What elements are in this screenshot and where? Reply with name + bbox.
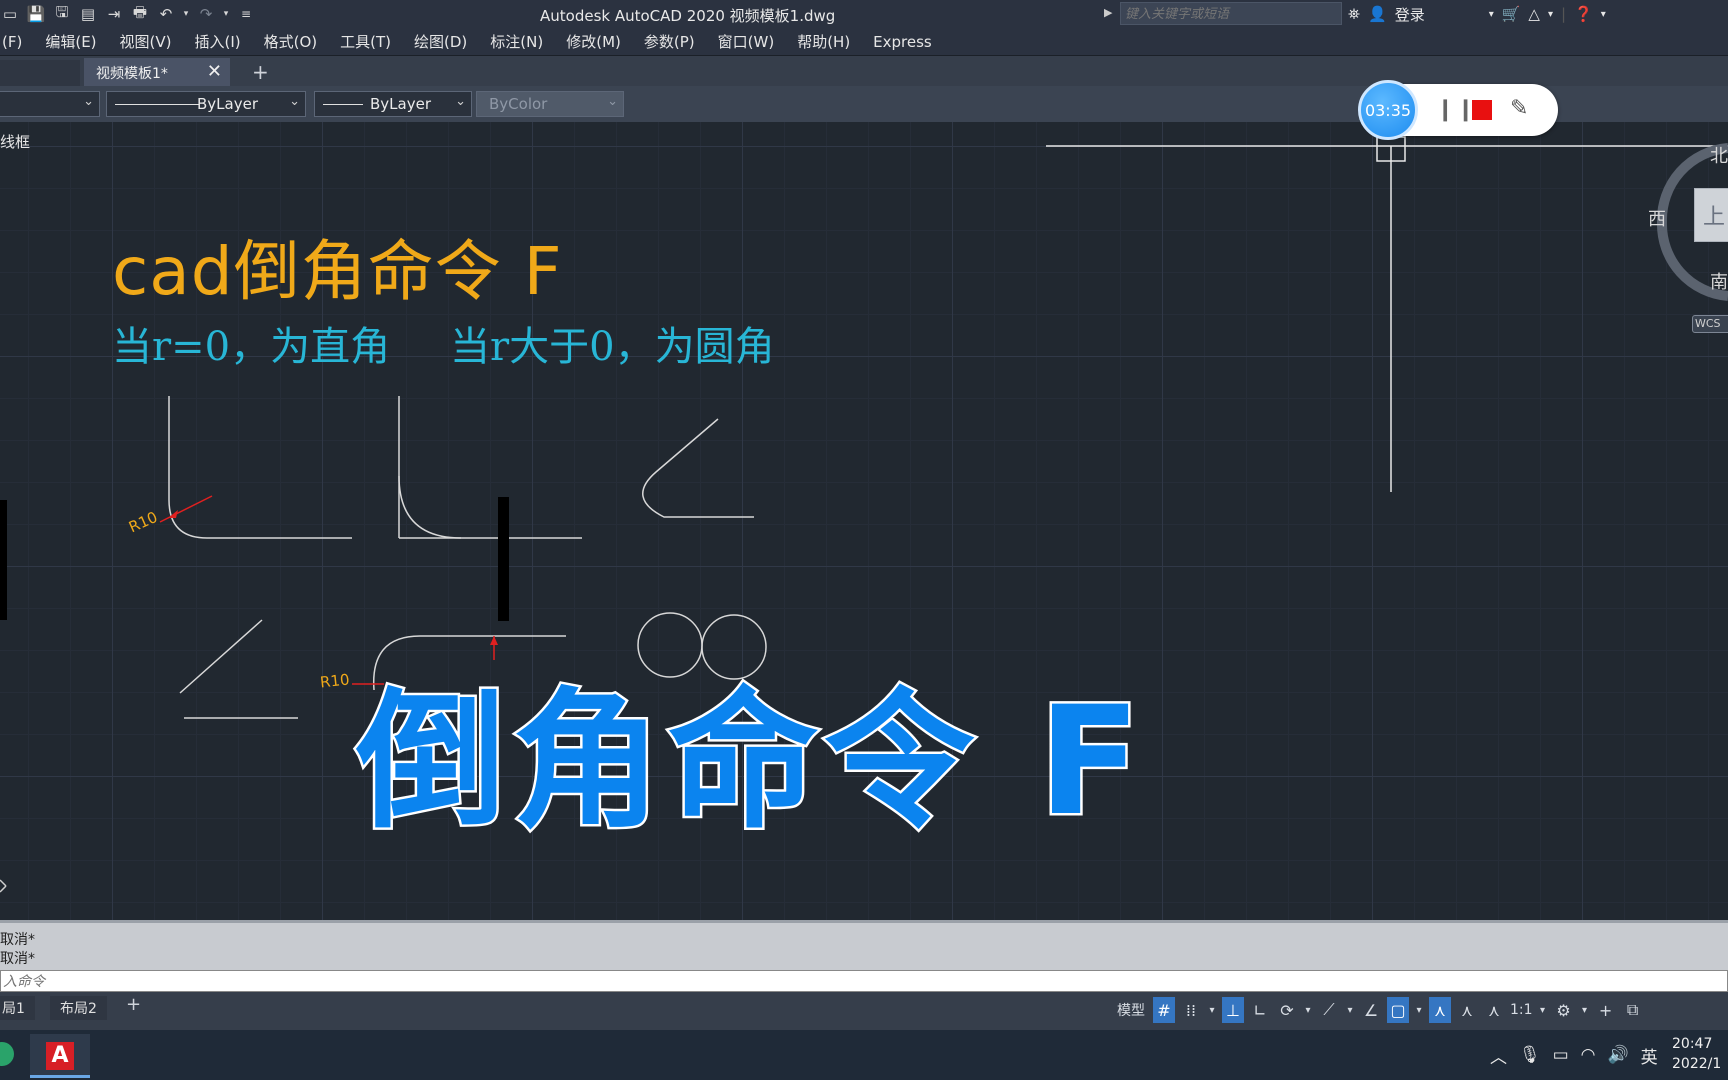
viewcube-top-face[interactable]: 上 (1694, 188, 1728, 242)
video-overlay-title: 倒角命令 F (354, 673, 1147, 852)
battery-icon[interactable]: ▭ (1553, 1045, 1569, 1065)
tab-layout2[interactable]: 布局2 (50, 996, 107, 1020)
drawing-note-left: 当r=0，为直角 (112, 324, 391, 370)
infer-constraints-icon[interactable]: ⊥ (1222, 997, 1244, 1023)
drawing-geometry (0, 136, 1728, 893)
dim-text-r10-2: R10 (319, 670, 351, 692)
black-bar-left (0, 500, 7, 620)
chevron-down-icon[interactable]: ▾ (1207, 997, 1217, 1023)
auto-scale-icon[interactable]: ⋏ (1456, 997, 1478, 1023)
windows-taskbar: A ︿ 🎙 ▭ ◠ 🔊 英 20:47 2022/1 (0, 1030, 1728, 1080)
command-history: 取消* 取消* (0, 920, 1728, 970)
screen-recorder-widget: 03:35 ❙❙ ✎ (1358, 80, 1558, 140)
chevron-down-icon[interactable]: ▾ (1303, 997, 1313, 1023)
autocad-window: ▭ 💾 🖫 ▤ ⇥ 🖶 ↶ ▾ ↷ ▾ ≡ Autodesk AutoCAD 2… (0, 0, 1728, 1080)
object-snap-tracking-icon[interactable]: ∠ (1360, 997, 1382, 1023)
browser-icon[interactable] (0, 1042, 14, 1066)
dim-leader-1 (159, 495, 213, 523)
volume-icon[interactable]: 🔊 (1608, 1045, 1629, 1065)
ucs-icon-2 (0, 885, 7, 893)
chevron-down-icon[interactable]: ▾ (1345, 997, 1355, 1023)
chevron-down-icon[interactable]: ▾ (1414, 997, 1424, 1023)
viewport-visual-style[interactable]: 线框 (0, 131, 30, 152)
status-bar: 局1 布局2 + 模型 # ⁞⁞ ▾ ⊥ ∟ ⟳ ▾ ⟋ ▾ ∠ ▢ ▾ ⋏ ⋏… (0, 992, 1728, 1030)
plus-icon[interactable]: + (1595, 997, 1617, 1023)
viewcube-north[interactable]: 北 (1710, 142, 1728, 168)
ucs-icon (0, 879, 7, 887)
drawing-title-text: cad倒角命令 F (112, 233, 563, 310)
polar-icon[interactable]: ⟳ (1276, 997, 1298, 1023)
annotation-scale-value[interactable]: 1:1 (1510, 997, 1533, 1023)
tab-layout1[interactable]: 局1 (0, 996, 35, 1020)
annotation-visibility-icon[interactable]: ⋏ (1429, 997, 1451, 1023)
snap-icon[interactable]: ⁞⁞ (1180, 997, 1202, 1023)
taskbar-autocad-button[interactable]: A (30, 1034, 90, 1078)
viewcube-wcs-menu[interactable]: WCS (1692, 315, 1728, 333)
viewcube-south[interactable]: 南 (1710, 268, 1728, 294)
fillet-shape-1 (168, 396, 352, 539)
status-toolbar: 模型 # ⁞⁞ ▾ ⊥ ∟ ⟳ ▾ ⟋ ▾ ∠ ▢ ▾ ⋏ ⋏ ⋏ 1:1 ▾ … (1114, 996, 1644, 1024)
isodraft-icon[interactable]: ⟋ (1318, 997, 1340, 1023)
ortho-icon[interactable]: ∟ (1249, 997, 1271, 1023)
isolate-objects-icon[interactable]: ⧉ (1622, 997, 1644, 1023)
clock-time: 20:47 (1672, 1036, 1713, 1052)
chevron-down-icon[interactable]: ▾ (1538, 997, 1548, 1023)
taskbar-clock[interactable]: 20:47 2022/1 (1672, 1034, 1721, 1074)
gear-icon[interactable]: ⚙ (1553, 997, 1575, 1023)
chevron-down-icon[interactable]: ▾ (1580, 997, 1590, 1023)
mouse-cursor-icon: ⬉ (1461, 116, 1478, 140)
black-bar-right (498, 497, 509, 621)
system-tray: ︿ 🎙 ▭ ◠ 🔊 英 (1490, 1042, 1658, 1068)
wifi-icon[interactable]: ◠ (1581, 1045, 1596, 1065)
chevron-up-icon[interactable]: ︿ (1490, 1043, 1507, 1068)
angle-line-1 (179, 619, 263, 694)
viewcube-west[interactable]: 西 (1648, 205, 1666, 231)
clock-date: 2022/1 (1672, 1056, 1722, 1072)
recording-timer: 03:35 (1358, 80, 1418, 140)
fillet-shape-3 (642, 418, 754, 518)
command-history-line: 取消* (0, 951, 35, 967)
pen-icon[interactable]: ✎ (1510, 96, 1528, 121)
model-space-button[interactable]: 模型 (1114, 997, 1148, 1023)
annotation-scale-icon[interactable]: ⋏ (1483, 997, 1505, 1023)
grid-icon[interactable]: # (1153, 997, 1175, 1023)
object-snap-icon[interactable]: ▢ (1387, 997, 1409, 1023)
microphone-icon[interactable]: 🎙 (1519, 1045, 1541, 1065)
autocad-logo-icon: A (46, 1042, 74, 1070)
command-input[interactable] (0, 970, 1728, 992)
drawing-note-right: 当r大于0，为圆角 (450, 324, 775, 370)
ime-indicator[interactable]: 英 (1641, 1043, 1658, 1068)
add-layout-icon[interactable]: + (126, 994, 141, 1015)
fillet-shape-2 (398, 396, 582, 539)
command-history-line: 取消* (0, 932, 35, 948)
